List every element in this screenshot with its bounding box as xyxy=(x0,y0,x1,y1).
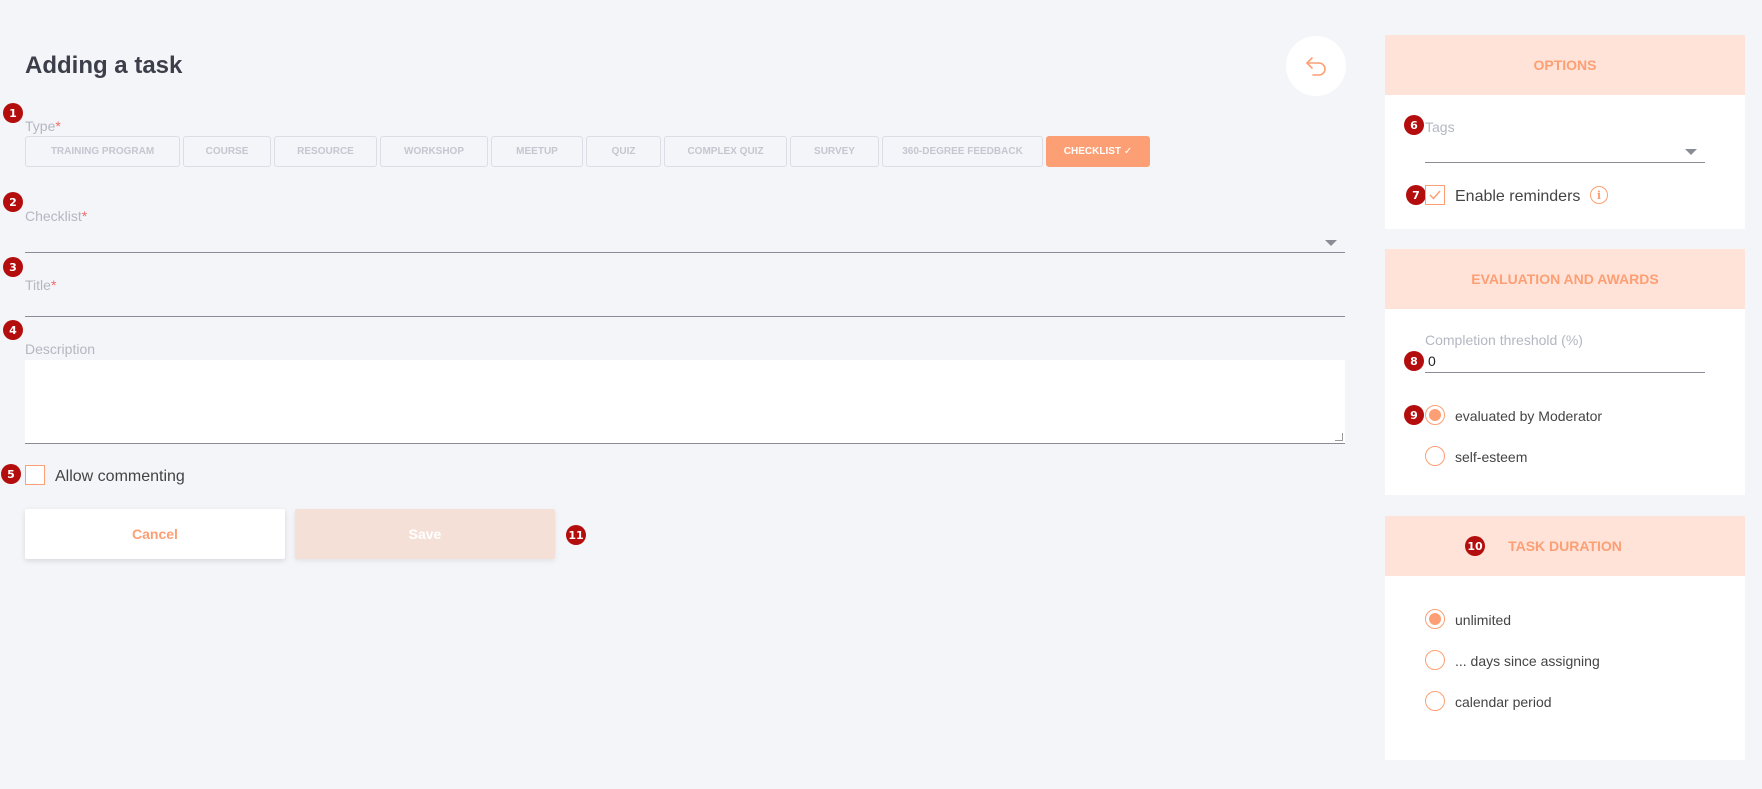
self-esteem-label: self-esteem xyxy=(1455,449,1528,465)
chevron-down-icon xyxy=(1325,240,1337,246)
radio-selected-dot xyxy=(1429,613,1441,625)
type-option-checklist-label: CHECKLIST xyxy=(1063,146,1122,157)
type-selector: TRAINING PROGRAM COURSE RESOURCE WORKSHO… xyxy=(25,136,1150,167)
options-panel: OPTIONS 6 Tags 7 Enable reminders i xyxy=(1385,35,1745,229)
description-label: Description xyxy=(25,341,96,357)
info-icon[interactable]: i xyxy=(1590,186,1608,204)
radio-unlimited[interactable] xyxy=(1425,609,1445,629)
step-badge-2: 2 xyxy=(3,192,23,212)
type-option-meetup[interactable]: MEETUP xyxy=(491,136,583,167)
checkmark-icon xyxy=(1429,190,1441,200)
completion-threshold-input[interactable]: 0 xyxy=(1425,351,1705,373)
resize-handle-icon[interactable] xyxy=(1335,433,1343,441)
task-duration-title: TASK DURATION xyxy=(1508,538,1622,554)
type-option-quiz[interactable]: QUIZ xyxy=(586,136,661,167)
back-button[interactable] xyxy=(1286,36,1346,96)
cancel-button[interactable]: Cancel xyxy=(25,509,285,559)
checklist-label: Checklist* xyxy=(25,208,88,224)
title-input[interactable] xyxy=(25,293,1345,317)
type-option-course[interactable]: COURSE xyxy=(183,136,271,167)
step-badge-3: 3 xyxy=(3,257,23,277)
page-title: Adding a task xyxy=(25,52,183,79)
days-since-assigning-label: ... days since assigning xyxy=(1455,653,1600,669)
step-badge-6: 6 xyxy=(1404,115,1424,135)
type-option-training-program[interactable]: TRAINING PROGRAM xyxy=(25,136,180,167)
enable-reminders-checkbox[interactable] xyxy=(1425,185,1445,205)
chevron-down-icon xyxy=(1685,149,1697,155)
evaluation-panel: EVALUATION AND AWARDS Completion thresho… xyxy=(1385,249,1745,495)
step-badge-8: 8 xyxy=(1404,351,1424,371)
step-badge-11: 11 xyxy=(566,525,586,545)
check-icon: ✓ xyxy=(1123,146,1133,157)
type-label: Type* xyxy=(25,118,61,134)
description-textarea[interactable] xyxy=(25,360,1345,444)
step-badge-1: 1 xyxy=(3,103,23,123)
step-badge-9: 9 xyxy=(1404,405,1424,425)
type-option-resource[interactable]: RESOURCE xyxy=(274,136,377,167)
task-duration-panel: TASK DURATION 10 unlimited ... days sinc… xyxy=(1385,516,1745,760)
options-header: OPTIONS xyxy=(1385,35,1745,95)
enable-reminders-label: Enable reminders xyxy=(1455,188,1581,205)
allow-commenting-checkbox[interactable] xyxy=(25,465,45,485)
allow-commenting-label: Allow commenting xyxy=(55,468,185,485)
evaluation-header: EVALUATION AND AWARDS xyxy=(1385,249,1745,309)
type-option-complex-quiz[interactable]: COMPLEX QUIZ xyxy=(664,136,787,167)
undo-arrow-icon xyxy=(1306,57,1326,76)
tags-dropdown[interactable] xyxy=(1425,141,1705,163)
radio-days-since-assigning[interactable] xyxy=(1425,650,1445,670)
radio-evaluated-by-moderator[interactable] xyxy=(1425,405,1445,425)
checklist-dropdown[interactable] xyxy=(25,226,1345,253)
step-badge-5: 5 xyxy=(1,464,21,484)
unlimited-label: unlimited xyxy=(1455,612,1512,628)
step-badge-7: 7 xyxy=(1406,185,1426,205)
radio-selected-dot xyxy=(1429,409,1441,421)
task-duration-header: TASK DURATION xyxy=(1385,516,1745,576)
type-option-360-degree-feedback[interactable]: 360-DEGREE FEEDBACK xyxy=(882,136,1043,167)
evaluated-by-moderator-label: evaluated by Moderator xyxy=(1455,408,1603,424)
step-badge-4: 4 xyxy=(3,320,23,340)
radio-self-esteem[interactable] xyxy=(1425,446,1445,466)
radio-calendar-period[interactable] xyxy=(1425,691,1445,711)
save-button[interactable]: Save xyxy=(295,509,555,559)
calendar-period-label: calendar period xyxy=(1455,694,1552,710)
completion-threshold-label: Completion threshold (%) xyxy=(1425,332,1583,348)
type-option-checklist[interactable]: CHECKLIST ✓ xyxy=(1046,136,1150,167)
tags-label: Tags xyxy=(1425,119,1455,135)
type-option-survey[interactable]: SURVEY xyxy=(790,136,879,167)
type-option-workshop[interactable]: WORKSHOP xyxy=(380,136,488,167)
main-form-area: Adding a task 1 Type* TRAINING PROGRAM C… xyxy=(0,0,1380,789)
step-badge-10: 10 xyxy=(1465,536,1485,556)
title-label: Title* xyxy=(25,277,57,293)
